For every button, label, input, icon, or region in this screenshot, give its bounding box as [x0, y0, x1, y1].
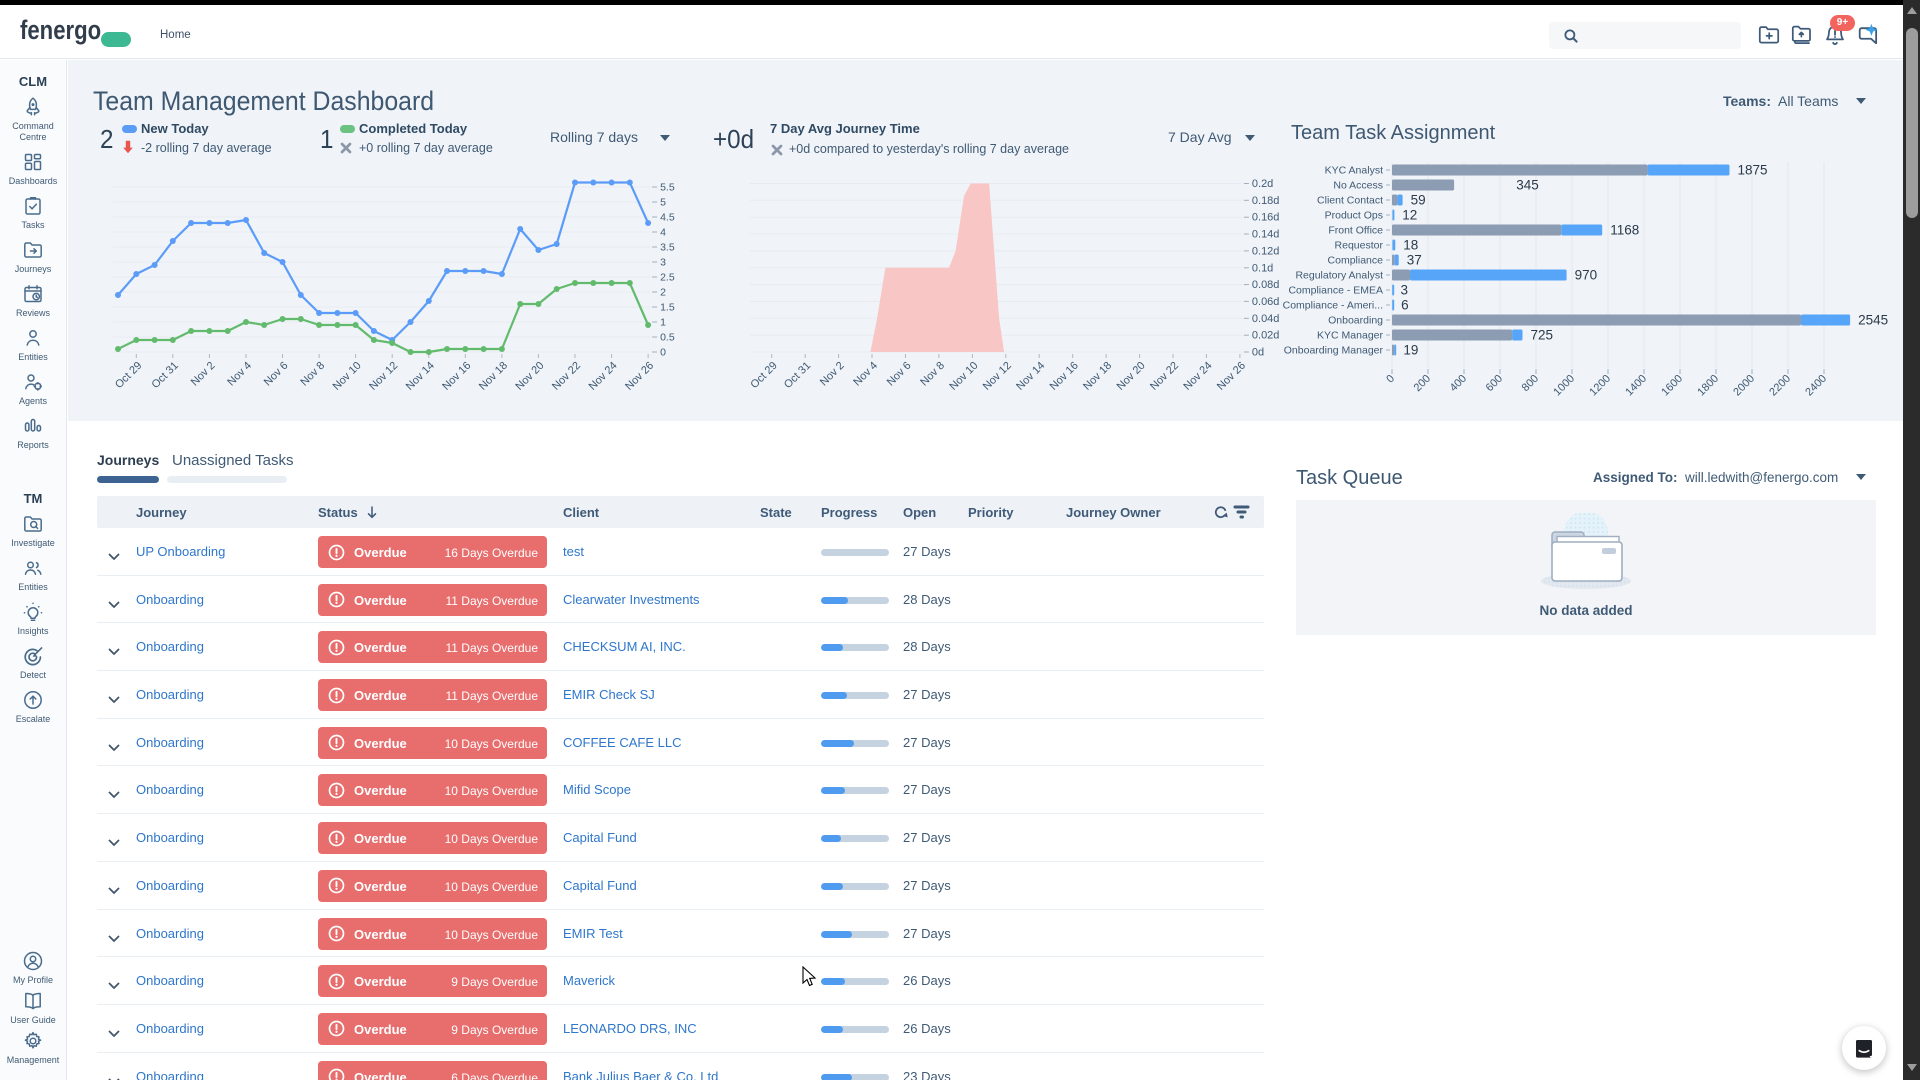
svg-text:345: 345 [1516, 178, 1539, 193]
svg-text:Nov 12: Nov 12 [367, 360, 400, 393]
svg-text:2200: 2200 [1767, 373, 1793, 399]
svg-text:Nov 4: Nov 4 [225, 360, 254, 389]
svg-text:Nov 24: Nov 24 [1181, 360, 1214, 393]
svg-text:1000: 1000 [1551, 373, 1577, 399]
svg-text:Nov 10: Nov 10 [947, 360, 980, 393]
svg-text:6: 6 [1401, 298, 1409, 313]
svg-text:Compliance: Compliance [1328, 255, 1384, 267]
svg-text:Nov 22: Nov 22 [1148, 360, 1181, 393]
svg-text:Nov 18: Nov 18 [1081, 360, 1114, 393]
svg-text:Nov 18: Nov 18 [477, 360, 510, 393]
svg-text:400: 400 [1448, 373, 1469, 394]
svg-text:Oct 31: Oct 31 [150, 360, 181, 391]
svg-text:Nov 26: Nov 26 [623, 360, 656, 393]
svg-text:5.5: 5.5 [660, 182, 675, 194]
svg-text:4.5: 4.5 [660, 212, 675, 224]
svg-text:1875: 1875 [1738, 163, 1768, 178]
svg-text:2000: 2000 [1731, 373, 1757, 399]
svg-text:1: 1 [660, 317, 666, 329]
svg-text:Client Contact: Client Contact [1317, 195, 1383, 207]
svg-text:Nov 22: Nov 22 [550, 360, 583, 393]
svg-text:Nov 2: Nov 2 [818, 360, 847, 389]
svg-text:0: 0 [660, 347, 666, 359]
svg-text:0.5: 0.5 [660, 332, 675, 344]
svg-text:2400: 2400 [1803, 373, 1829, 399]
svg-text:3: 3 [1401, 283, 1409, 298]
svg-text:19: 19 [1403, 343, 1418, 358]
svg-text:1400: 1400 [1623, 373, 1649, 399]
svg-text:KYC Analyst: KYC Analyst [1325, 165, 1383, 177]
svg-text:Nov 10: Nov 10 [331, 360, 364, 393]
svg-text:0: 0 [1384, 373, 1397, 386]
svg-text:0.16d: 0.16d [1252, 212, 1280, 224]
svg-text:Nov 16: Nov 16 [440, 360, 473, 393]
svg-text:Nov 20: Nov 20 [513, 360, 546, 393]
svg-text:Product Ops: Product Ops [1325, 210, 1383, 222]
svg-text:4: 4 [660, 227, 666, 239]
svg-text:Nov 4: Nov 4 [851, 360, 880, 389]
svg-text:0.12d: 0.12d [1252, 245, 1280, 257]
svg-text:1.5: 1.5 [660, 302, 675, 314]
svg-text:3.5: 3.5 [660, 242, 675, 254]
svg-text:0.02d: 0.02d [1252, 330, 1280, 342]
svg-text:0.18d: 0.18d [1252, 195, 1280, 207]
svg-text:0.14d: 0.14d [1252, 229, 1280, 241]
svg-text:0.2d: 0.2d [1252, 178, 1273, 190]
svg-text:Regulatory Analyst: Regulatory Analyst [1295, 270, 1383, 282]
svg-text:Nov 14: Nov 14 [1014, 360, 1047, 393]
svg-text:Oct 29: Oct 29 [748, 360, 779, 391]
svg-text:Nov 8: Nov 8 [918, 360, 947, 389]
svg-text:Oct 29: Oct 29 [113, 360, 144, 391]
svg-text:0d: 0d [1252, 347, 1264, 359]
svg-text:Onboarding: Onboarding [1328, 315, 1383, 327]
svg-text:18: 18 [1403, 238, 1418, 253]
svg-text:725: 725 [1531, 328, 1554, 343]
svg-text:Front Office: Front Office [1328, 225, 1383, 237]
svg-text:0.06d: 0.06d [1252, 296, 1280, 308]
svg-text:37: 37 [1407, 253, 1422, 268]
svg-text:Nov 16: Nov 16 [1048, 360, 1081, 393]
svg-text:2: 2 [660, 287, 666, 299]
svg-text:Compliance - EMEA: Compliance - EMEA [1288, 285, 1383, 297]
svg-text:Nov 14: Nov 14 [404, 360, 437, 393]
svg-text:0.1d: 0.1d [1252, 262, 1273, 274]
svg-text:Nov 8: Nov 8 [298, 360, 327, 389]
svg-text:800: 800 [1520, 373, 1541, 394]
svg-text:Nov 12: Nov 12 [981, 360, 1014, 393]
svg-text:970: 970 [1575, 268, 1598, 283]
svg-text:0.08d: 0.08d [1252, 279, 1280, 291]
svg-text:59: 59 [1411, 193, 1426, 208]
svg-text:Nov 6: Nov 6 [262, 360, 291, 389]
svg-text:1600: 1600 [1659, 373, 1685, 399]
svg-text:KYC Manager: KYC Manager [1317, 330, 1383, 342]
svg-text:Nov 20: Nov 20 [1115, 360, 1148, 393]
svg-text:12: 12 [1402, 208, 1417, 223]
svg-text:Onboarding Manager: Onboarding Manager [1284, 345, 1384, 357]
svg-text:1200: 1200 [1587, 373, 1613, 399]
svg-text:0.04d: 0.04d [1252, 313, 1280, 325]
svg-text:3: 3 [660, 257, 666, 269]
svg-text:Nov 2: Nov 2 [189, 360, 218, 389]
svg-text:Nov 6: Nov 6 [885, 360, 914, 389]
svg-text:Requestor: Requestor [1335, 240, 1384, 252]
svg-text:2545: 2545 [1858, 313, 1888, 328]
svg-text:1168: 1168 [1610, 223, 1639, 238]
svg-text:Nov 24: Nov 24 [587, 360, 620, 393]
svg-text:Nov 26: Nov 26 [1215, 360, 1248, 393]
svg-text:Compliance - Ameri...: Compliance - Ameri... [1283, 300, 1383, 312]
svg-text:No Access: No Access [1333, 180, 1383, 192]
svg-text:200: 200 [1412, 373, 1433, 394]
svg-text:Oct 31: Oct 31 [782, 360, 813, 391]
svg-text:600: 600 [1484, 373, 1505, 394]
svg-text:5: 5 [660, 197, 666, 209]
svg-text:1800: 1800 [1695, 373, 1721, 399]
svg-text:2.5: 2.5 [660, 272, 675, 284]
